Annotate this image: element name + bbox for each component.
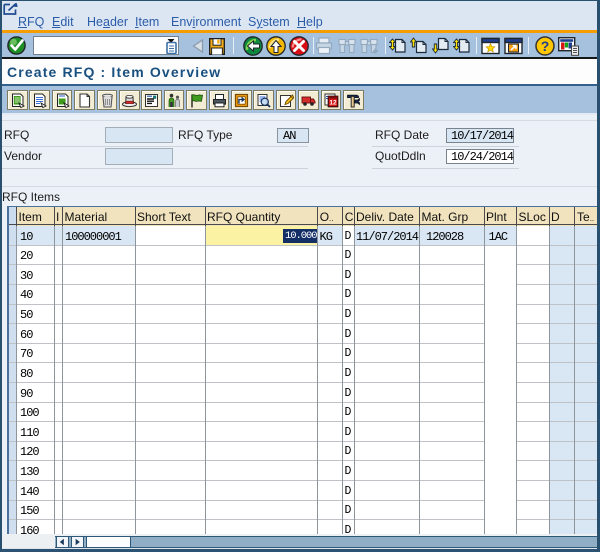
svg-text:12: 12 bbox=[329, 100, 337, 107]
svg-text:?: ? bbox=[541, 38, 550, 54]
